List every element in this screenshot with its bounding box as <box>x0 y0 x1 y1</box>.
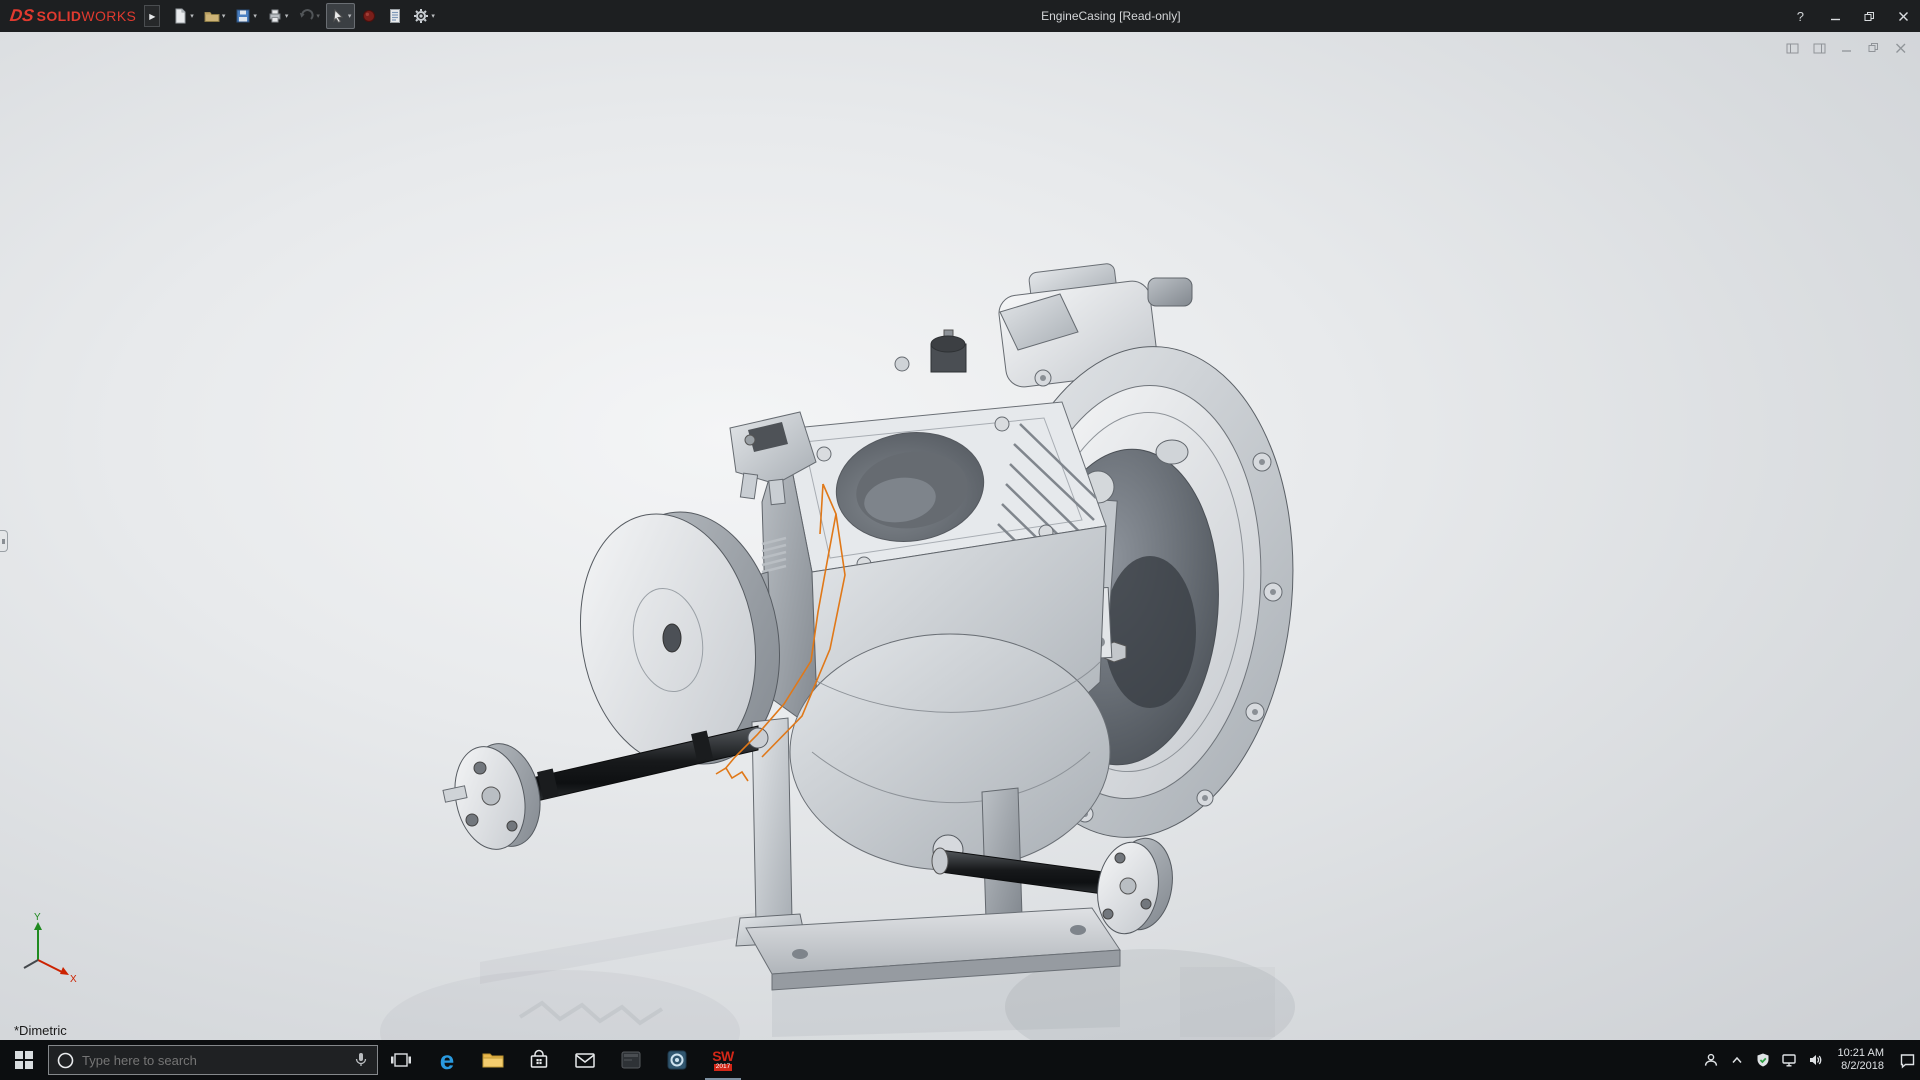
dropdown-caret-icon[interactable]: ▾ <box>253 12 257 20</box>
window-controls: ? <box>1783 0 1920 32</box>
close-button[interactable] <box>1886 0 1920 32</box>
volume-button[interactable] <box>1802 1040 1828 1080</box>
start-button[interactable] <box>0 1040 48 1080</box>
blue-app-icon <box>665 1048 689 1072</box>
clock-date: 8/2/2018 <box>1838 1060 1884 1073</box>
open-folder-icon <box>204 8 220 24</box>
minimize-button[interactable] <box>1818 0 1852 32</box>
dassault-ds-mark: DS <box>9 6 35 26</box>
engine-casing-model[interactable] <box>0 32 1920 1040</box>
chevron-up-icon <box>1730 1053 1744 1067</box>
sw-year: 2017 <box>714 1064 732 1071</box>
monitor-icon <box>1781 1052 1797 1068</box>
dropdown-caret-icon[interactable]: ▾ <box>285 12 289 20</box>
dark-app-button[interactable] <box>608 1040 654 1080</box>
title-bar: DS SOLID WORKS ▶ ▾ ▾ ▾ <box>0 0 1920 32</box>
close-icon <box>1898 11 1909 22</box>
open-button[interactable]: ▾ <box>200 3 230 29</box>
dropdown-caret-icon[interactable]: ▾ <box>431 12 435 20</box>
blue-app-button[interactable] <box>654 1040 700 1080</box>
select-button[interactable]: ▾ <box>326 3 356 29</box>
view-orientation-label: *Dimetric <box>14 1023 67 1038</box>
speaker-icon <box>1807 1052 1823 1068</box>
file-properties-button[interactable] <box>383 3 407 29</box>
edge-icon: e <box>440 1047 454 1073</box>
solidworks-logo: DS SOLID WORKS <box>0 6 142 26</box>
restore-icon <box>1864 11 1875 22</box>
shield-icon <box>1755 1052 1771 1068</box>
action-center-button[interactable] <box>1894 1040 1920 1080</box>
file-explorer-icon <box>481 1049 505 1071</box>
restore-button[interactable] <box>1852 0 1886 32</box>
save-button[interactable]: ▾ <box>231 3 261 29</box>
clock-time: 10:21 AM <box>1838 1047 1884 1060</box>
y-axis-arrow <box>34 922 42 930</box>
task-view-icon <box>390 1049 412 1071</box>
dropdown-caret-icon[interactable]: ▾ <box>190 12 194 20</box>
solidworks-2017-icon: SW 2017 <box>712 1049 734 1071</box>
store-button[interactable] <box>516 1040 562 1080</box>
file-properties-icon <box>387 8 403 24</box>
people-icon <box>1703 1052 1719 1068</box>
show-hidden-icons-button[interactable] <box>1724 1040 1750 1080</box>
graphics-area[interactable]: Y X *Dimetric <box>0 32 1920 1040</box>
y-axis-label: Y <box>34 912 41 923</box>
file-explorer-button[interactable] <box>470 1040 516 1080</box>
new-document-button[interactable]: ▾ <box>168 3 198 29</box>
dropdown-caret-icon[interactable]: ▾ <box>316 12 320 20</box>
solidworks-2017-button[interactable]: SW 2017 <box>700 1040 746 1080</box>
x-axis-label: X <box>70 974 77 985</box>
task-view-button[interactable] <box>378 1040 424 1080</box>
dropdown-caret-icon[interactable]: ▾ <box>222 12 226 20</box>
defender-button[interactable] <box>1750 1040 1776 1080</box>
mail-envelope-icon <box>573 1049 597 1071</box>
minimize-icon <box>1830 11 1841 22</box>
rebuild-button[interactable] <box>357 3 381 29</box>
mail-button[interactable] <box>562 1040 608 1080</box>
z-axis-stub <box>24 960 38 968</box>
taskbar-search[interactable] <box>48 1045 378 1075</box>
document-title: EngineCasing [Read-only] <box>439 9 1783 23</box>
rebuild-icon <box>361 8 377 24</box>
options-gear-icon <box>413 8 429 24</box>
sw-letters: SW <box>712 1049 734 1063</box>
solidworks-window: DS SOLID WORKS ▶ ▾ ▾ ▾ <box>0 0 1920 1080</box>
windows-taskbar: e <box>0 1040 1920 1080</box>
menu-flyout-button[interactable]: ▶ <box>144 5 160 27</box>
display-settings-button[interactable] <box>1776 1040 1802 1080</box>
system-tray: 10:21 AM 8/2/2018 <box>1698 1040 1920 1080</box>
x-axis-arrow <box>60 967 69 975</box>
print-icon <box>267 8 283 24</box>
new-document-icon <box>172 8 188 24</box>
microphone-icon[interactable] <box>353 1052 369 1068</box>
dark-app-icon <box>619 1048 643 1072</box>
flyout-arrow-icon: ▶ <box>149 12 155 21</box>
undo-icon <box>298 8 314 24</box>
cortana-icon <box>57 1052 74 1069</box>
brand-works-text: WORKS <box>81 8 136 24</box>
mount-rod-left <box>443 726 768 856</box>
print-button[interactable]: ▾ <box>263 3 293 29</box>
dropdown-caret-icon[interactable]: ▾ <box>348 12 352 20</box>
people-button[interactable] <box>1698 1040 1724 1080</box>
help-button[interactable]: ? <box>1783 9 1818 24</box>
quick-access-toolbar: ▾ ▾ ▾ ▾ <box>168 3 439 29</box>
windows-logo-icon <box>15 1051 33 1069</box>
edge-button[interactable]: e <box>424 1040 470 1080</box>
brand-solid-text: SOLID <box>37 8 82 24</box>
options-button[interactable]: ▾ <box>409 3 439 29</box>
orientation-triad: Y X <box>6 910 84 988</box>
search-input[interactable] <box>82 1053 345 1068</box>
taskbar-clock[interactable]: 10:21 AM 8/2/2018 <box>1828 1047 1894 1073</box>
undo-button[interactable]: ▾ <box>294 3 324 29</box>
save-floppy-icon <box>235 8 251 24</box>
select-cursor-icon <box>330 8 346 24</box>
notification-icon <box>1899 1052 1916 1069</box>
store-bag-icon <box>527 1048 551 1072</box>
